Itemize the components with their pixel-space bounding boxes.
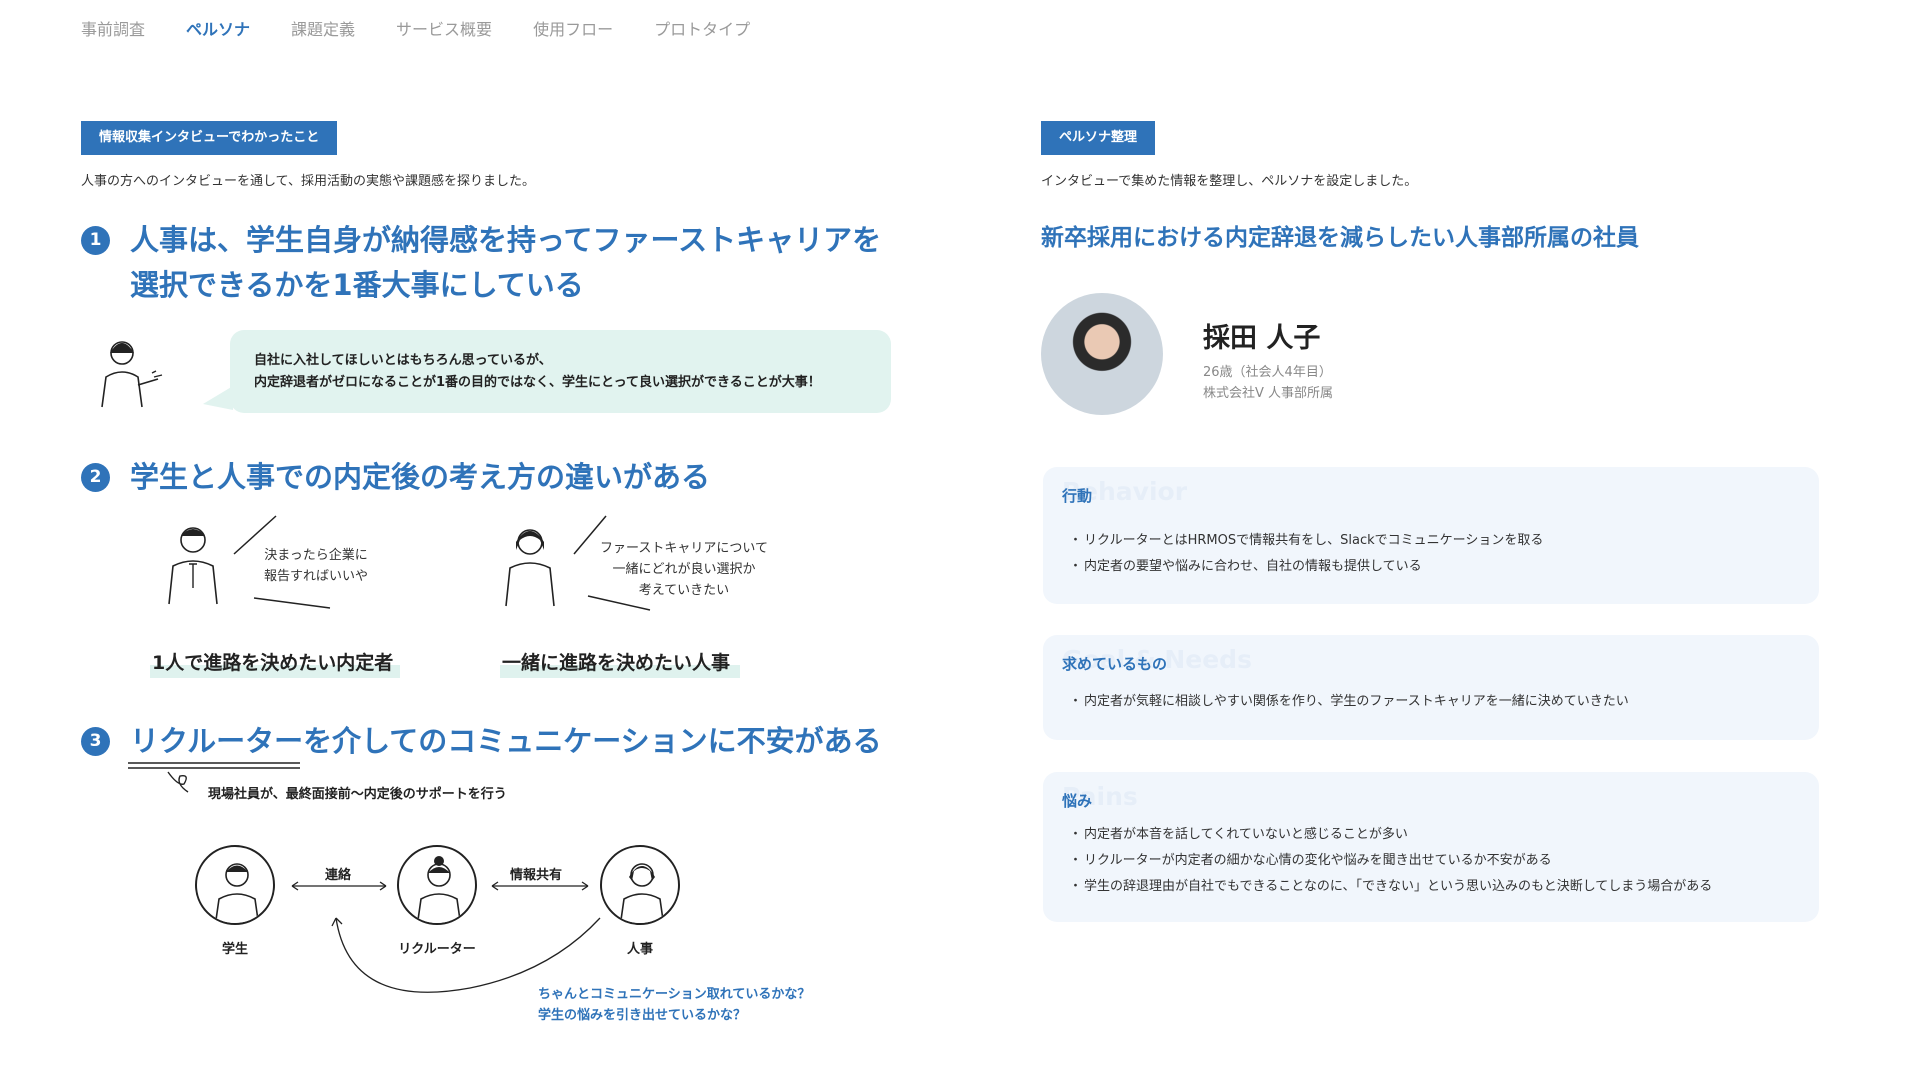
interview-tag: 情報収集インタビューでわかったこと bbox=[81, 121, 338, 155]
behavior-card: Behavior 行動 リクルーターとはHRMOSで情報共有をし、Slackでコ… bbox=[1043, 467, 1819, 604]
hr-speech-line-3: 考えていきたい bbox=[638, 583, 730, 598]
hr-concern-line-2: 学生の悩みを引き出せているかな？ bbox=[538, 1008, 747, 1023]
pains-item: 内定者が本音を話してくれていないと感じることが多い bbox=[1069, 822, 1712, 848]
nav-item-research[interactable]: 事前調査 bbox=[81, 16, 145, 40]
persona-age: 26歳（社会人4年目） bbox=[1203, 365, 1332, 380]
nav-item-persona[interactable]: ペルソナ bbox=[186, 16, 250, 40]
point-heading-1-line-2: 選択できるかを1番大事にしている bbox=[130, 268, 584, 302]
student-node-icon bbox=[214, 863, 260, 923]
persona-avatar bbox=[1041, 293, 1163, 415]
point-number-3: 3 bbox=[81, 727, 110, 756]
goal-needs-card: Goal & Needs 求めているもの 内定者が気軽に相談しやすい関係を作り、… bbox=[1043, 635, 1819, 740]
student-node bbox=[195, 845, 275, 925]
persona-name: 採田 人子 bbox=[1203, 323, 1321, 354]
nav-item-flow[interactable]: 使用フロー bbox=[533, 16, 613, 40]
point-number-2: 2 bbox=[81, 463, 110, 492]
point-heading-2: 学生と人事での内定後の考え方の違いがある bbox=[130, 460, 711, 494]
hr-quote-line-1: 自社に入社してほしいとはもちろん思っているが、 bbox=[254, 353, 552, 368]
hr-concern-line-1: ちゃんとコミュニケーション取れているかな？ bbox=[538, 987, 811, 1002]
persona-company: 株式会社V 人事部所属 bbox=[1203, 386, 1334, 401]
hr-woman-pointing-icon bbox=[101, 341, 163, 408]
link-contact-label: 連絡 bbox=[325, 868, 352, 883]
behavior-item: リクルーターとはHRMOSで情報共有をし、Slackでコミュニケーションを取る bbox=[1069, 528, 1543, 554]
behavior-card-title: 行動 bbox=[1062, 487, 1093, 505]
behavior-list: リクルーターとはHRMOSで情報共有をし、Slackでコミュニケーションを取る … bbox=[1069, 528, 1543, 580]
hr-quote-line-2: 内定辞退者がゼロになることが1番の目的ではなく、学生にとって良い選択ができること… bbox=[254, 375, 821, 390]
pains-card-title: 悩み bbox=[1062, 792, 1093, 810]
point-number-1: 1 bbox=[81, 226, 110, 255]
speech-bubble-tail bbox=[203, 386, 233, 410]
student-label: 1人で進路を決めたい内定者 bbox=[152, 652, 394, 674]
point-heading-3: リクルーターを介してのコミュニケーションに不安がある bbox=[130, 724, 882, 758]
interview-intro: 人事の方へのインタビューを通して、採用活動の実態や課題感を探りました。 bbox=[81, 174, 535, 189]
student-man-icon bbox=[168, 527, 218, 605]
hr-label: 一緒に進路を決めたい人事 bbox=[502, 652, 731, 674]
pains-item: リクルーターが内定者の細かな心情の変化や悩みを聞き出せているか不安がある bbox=[1069, 848, 1712, 874]
point-heading-1: 人事は、学生自身が納得感を持ってファーストキャリアを 選択できるかを1番大事にし… bbox=[130, 218, 881, 308]
pains-list: 内定者が本音を話してくれていないと感じることが多い リクルーターが内定者の細かな… bbox=[1069, 822, 1712, 900]
top-nav: 事前調査 ペルソナ 課題定義 サービス概要 使用フロー プロトタイプ bbox=[81, 16, 750, 40]
student-speech-line-1: 決まったら企業に bbox=[264, 548, 368, 563]
persona-tag: ペルソナ整理 bbox=[1041, 121, 1156, 155]
behavior-item: 内定者の要望や悩みに合わせ、自社の情報も提供している bbox=[1069, 554, 1543, 580]
hr-concern-note: ちゃんとコミュニケーション取れているかな？ 学生の悩みを引き出せているかな？ bbox=[538, 984, 810, 1026]
nav-item-service[interactable]: サービス概要 bbox=[396, 16, 492, 40]
goal-needs-list: 内定者が気軽に相談しやすい関係を作り、学生のファーストキャリアを一緒に決めていき… bbox=[1069, 689, 1629, 715]
goal-needs-card-title: 求めているもの bbox=[1062, 655, 1168, 673]
goal-needs-item: 内定者が気軽に相談しやすい関係を作り、学生のファーストキャリアを一緒に決めていき… bbox=[1069, 689, 1629, 715]
hr-speech: ファーストキャリアについて 一緒にどれが良い選択か 考えていきたい bbox=[600, 538, 768, 601]
recruiter-node-label: リクルーター bbox=[398, 942, 476, 957]
persona-intro: インタビューで集めた情報を整理し、ペルソナを設定しました。 bbox=[1041, 174, 1418, 189]
hr-node-label: 人事 bbox=[626, 942, 653, 957]
pains-card: Pains 悩み 内定者が本音を話してくれていないと感じることが多い リクルータ… bbox=[1043, 772, 1819, 922]
persona-title: 新卒採用における内定辞退を減らしたい人事部所属の社員 bbox=[1041, 225, 1639, 251]
hr-speech-line-2: 一緒にどれが良い選択か bbox=[612, 562, 756, 577]
nav-item-problem[interactable]: 課題定義 bbox=[291, 16, 355, 40]
pains-item: 学生の辞退理由が自社でもできることなのに、「できない」という思い込みのもと決断し… bbox=[1069, 874, 1712, 900]
nav-item-prototype[interactable]: プロトタイプ bbox=[654, 16, 750, 40]
hr-woman-icon bbox=[505, 529, 555, 607]
point-heading-1-line-1: 人事は、学生自身が納得感を持ってファーストキャリアを bbox=[130, 223, 882, 257]
hr-speech-line-1: ファーストキャリアについて bbox=[600, 541, 768, 556]
student-node-label: 学生 bbox=[221, 942, 248, 957]
hr-quote-bubble: 自社に入社してほしいとはもちろん思っているが、 内定辞退者がゼロになることが1番… bbox=[230, 330, 891, 413]
student-speech: 決まったら企業に 報告すればいいや bbox=[264, 545, 368, 587]
point-3-note: 現場社員が、最終面接前〜内定後のサポートを行う bbox=[208, 787, 507, 802]
link-info-share-label: 情報共有 bbox=[510, 868, 563, 883]
flow-arrows bbox=[291, 881, 601, 993]
student-speech-line-2: 報告すればいいや bbox=[264, 569, 369, 584]
